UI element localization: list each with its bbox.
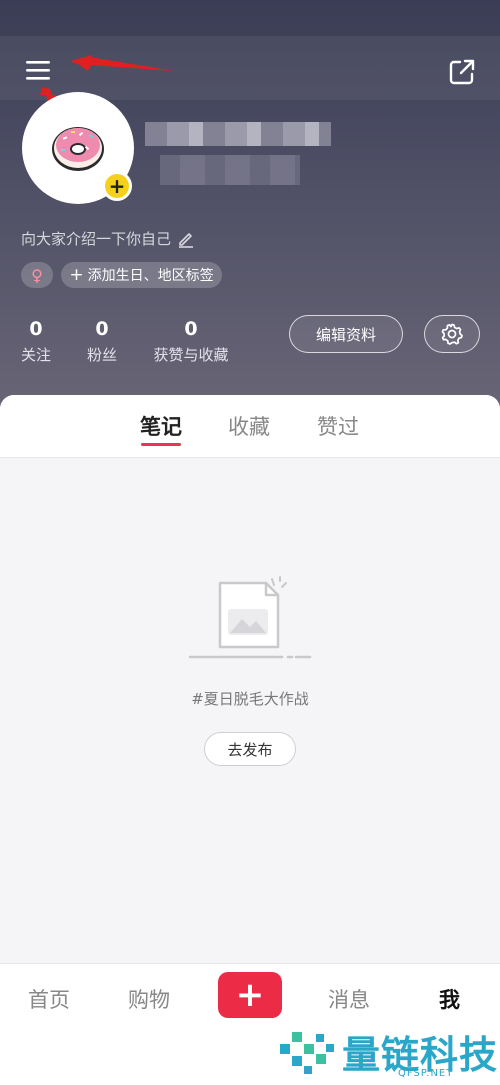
tab-notes[interactable]: 笔记 [140,411,182,441]
username-blurred [145,122,331,146]
stat-following[interactable]: 0 关注 [20,318,52,365]
stat-likes[interactable]: 0 获赞与收藏 [150,318,232,365]
watermark-logo-icon [280,1032,334,1074]
content-tabs: 笔记 收藏 赞过 [0,395,500,458]
edit-profile-button[interactable]: 编辑资料 [289,315,403,353]
plus-icon: + [69,265,84,285]
content-panel: 笔记 收藏 赞过 #夏日脱毛大作战 去发布 [0,395,500,963]
female-symbol-icon: ♀ [31,265,43,285]
nav-messages[interactable]: 消息 [328,984,370,1014]
add-tag-button[interactable]: + 添加生日、地区标签 [61,262,222,288]
edit-pencil-icon [179,232,194,248]
stat-label: 关注 [20,346,51,364]
stat-label: 粉丝 [86,346,117,364]
watermark: 量链科技 QFSP.NET [280,1022,498,1082]
tab-indicator [141,443,181,446]
gender-tag[interactable]: ♀ [21,262,53,288]
empty-document-icon [188,576,312,659]
nav-shopping[interactable]: 购物 [128,984,170,1014]
nav-me[interactable]: 我 [439,984,460,1014]
profile-header: + 向大家介绍一下你自己 ♀ + 添加生日、地区标签 0 关注 0 粉丝 0 获… [0,0,500,420]
bio-row[interactable]: 向大家介绍一下你自己 [21,228,195,249]
stat-followers[interactable]: 0 粉丝 [86,318,118,365]
settings-button[interactable] [424,315,480,353]
add-tag-label: 添加生日、地区标签 [87,268,214,284]
publish-button[interactable]: 去发布 [204,732,296,766]
plus-icon: + [235,975,265,1015]
share-icon [449,59,475,85]
bio-text: 向大家介绍一下你自己 [21,230,172,248]
stat-number: 0 [29,318,43,340]
user-id-blurred [160,155,300,185]
stat-number: 0 [184,318,198,340]
nav-home[interactable]: 首页 [28,984,70,1014]
tab-liked[interactable]: 赞过 [317,411,359,441]
create-post-button[interactable]: + [218,972,282,1018]
stat-number: 0 [95,318,109,340]
donut-avatar-icon [52,127,104,171]
share-button[interactable] [440,50,484,94]
tab-collections[interactable]: 收藏 [228,411,270,441]
stat-label: 获赞与收藏 [153,346,229,364]
gear-icon [441,323,463,345]
watermark-subtext: QFSP.NET [398,1068,454,1079]
add-avatar-badge[interactable]: + [102,171,132,201]
empty-topic-text[interactable]: #夏日脱毛大作战 [0,688,500,709]
